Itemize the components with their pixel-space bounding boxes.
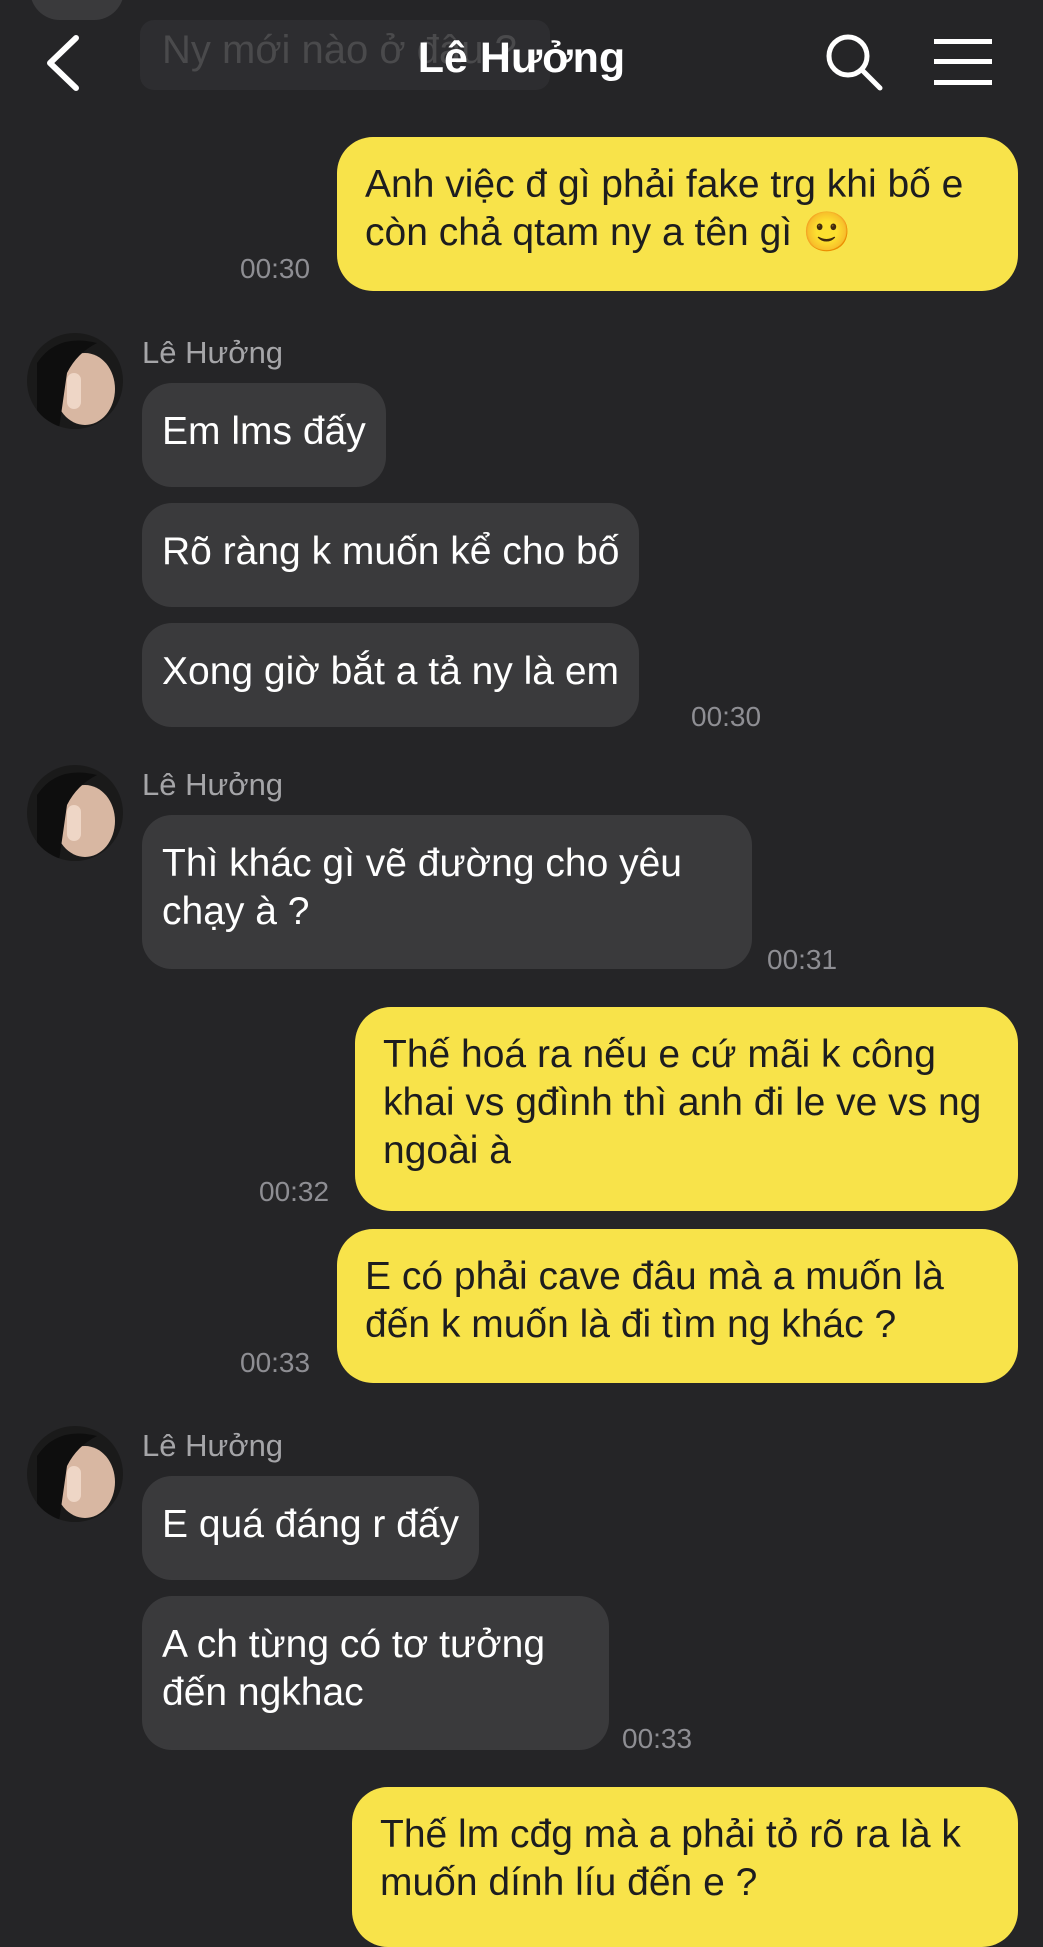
message-time: 00:31 [767, 944, 838, 975]
sender-name: Lê Hưởng [142, 1428, 284, 1463]
message-time: 00:32 [259, 1176, 330, 1207]
sender-name: Lê Hưởng [142, 335, 284, 370]
avatar[interactable] [27, 1426, 123, 1522]
message-bubble[interactable]: A ch từng có tơ tưởng đến ngkhac [142, 1596, 609, 1750]
chat-header: Ny mới nào ở đâu ? Lê Hưởng [0, 0, 1043, 120]
message-time: 00:30 [691, 701, 762, 732]
avatar[interactable] [27, 765, 123, 861]
sender-name: Lê Hưởng [142, 767, 284, 802]
message-bubble[interactable]: Thì khác gì vẽ đường cho yêu chạy à ? [142, 815, 752, 969]
message-bubble[interactable]: Thế hoá ra nếu e cứ mãi k công khai vs g… [355, 1007, 1018, 1211]
message-bubble[interactable]: Xong giờ bắt a tả ny là em [142, 623, 640, 727]
message-bubble[interactable]: E quá đáng r đấy [142, 1476, 480, 1580]
avatar[interactable] [27, 333, 123, 429]
chat-title: Lê Hưởng [417, 34, 626, 82]
message-bubble[interactable]: Anh việc đ gì phải fake trg khi bố e còn… [337, 137, 1018, 291]
message-time: 00:30 [240, 253, 311, 284]
message-bubble[interactable]: Thế lm cđg mà a phải tỏ rõ ra là k muốn … [352, 1787, 1018, 1947]
menu-icon[interactable] [934, 36, 992, 88]
message-bubble[interactable]: Em lms đấy [142, 383, 386, 487]
message-time: 00:33 [240, 1347, 311, 1378]
message-bubble[interactable]: Rõ ràng k muốn kể cho bố [142, 503, 640, 607]
search-icon[interactable] [822, 30, 886, 94]
previous-avatar-partial [30, 0, 124, 20]
message-bubble[interactable]: E có phải cave đâu mà a muốn là đến k mu… [337, 1229, 1018, 1383]
message-time: 00:33 [622, 1723, 693, 1754]
